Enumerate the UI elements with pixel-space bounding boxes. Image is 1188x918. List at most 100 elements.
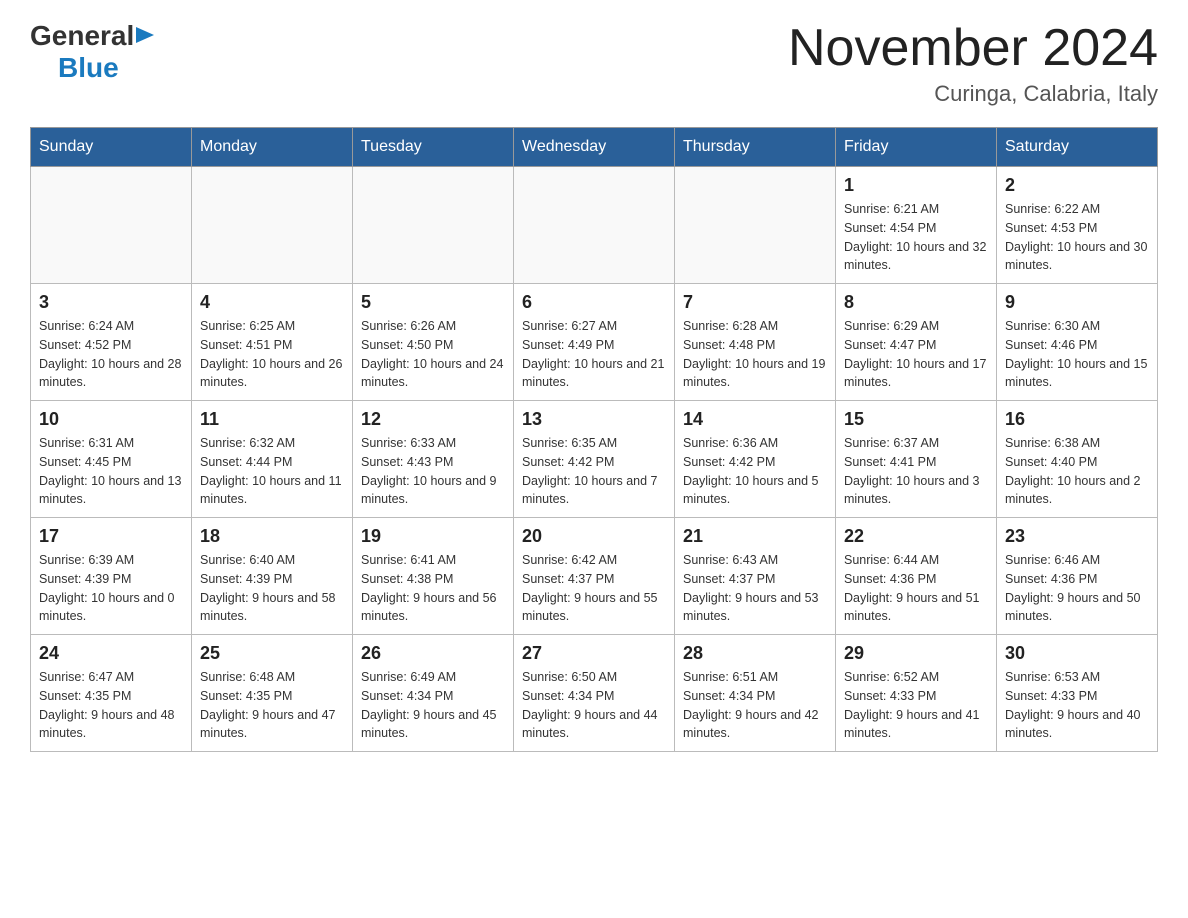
logo-general-text: General <box>30 20 134 52</box>
logo: General Blue <box>30 20 154 84</box>
calendar-cell <box>675 167 836 284</box>
calendar-cell: 12 Sunrise: 6:33 AMSunset: 4:43 PMDayligh… <box>353 401 514 518</box>
day-number: 12 <box>361 409 505 430</box>
day-info: Sunrise: 6:32 AMSunset: 4:44 PMDaylight:… <box>200 434 344 509</box>
calendar-cell: 17Sunrise: 6:39 AMSunset: 4:39 PMDayligh… <box>31 518 192 635</box>
calendar-cell: 11 Sunrise: 6:32 AMSunset: 4:44 PMDayligh… <box>192 401 353 518</box>
day-info: Sunrise: 6:36 AMSunset: 4:42 PMDaylight:… <box>683 434 827 509</box>
day-number: 9 <box>1005 292 1149 313</box>
day-number: 27 <box>522 643 666 664</box>
day-number: 10 <box>39 409 183 430</box>
day-info: Sunrise: 6:53 AMSunset: 4:33 PMDaylight:… <box>1005 668 1149 743</box>
calendar-cell <box>31 167 192 284</box>
day-number: 5 <box>361 292 505 313</box>
day-info: Sunrise: 6:21 AMSunset: 4:54 PMDaylight:… <box>844 200 988 275</box>
day-info: Sunrise: 6:49 AMSunset: 4:34 PMDaylight:… <box>361 668 505 743</box>
day-number: 1 <box>844 175 988 196</box>
calendar-cell: 21 Sunrise: 6:43 AMSunset: 4:37 PMDayligh… <box>675 518 836 635</box>
calendar-cell: 1 Sunrise: 6:21 AMSunset: 4:54 PMDaylight… <box>836 167 997 284</box>
day-number: 26 <box>361 643 505 664</box>
calendar-cell: 5Sunrise: 6:26 AMSunset: 4:50 PMDaylight… <box>353 284 514 401</box>
day-info: Sunrise: 6:31 AMSunset: 4:45 PMDaylight:… <box>39 434 183 509</box>
day-number: 7 <box>683 292 827 313</box>
calendar-cell <box>192 167 353 284</box>
calendar-cell: 22 Sunrise: 6:44 AMSunset: 4:36 PMDayligh… <box>836 518 997 635</box>
day-number: 15 <box>844 409 988 430</box>
calendar-cell: 25 Sunrise: 6:48 AMSunset: 4:35 PMDayligh… <box>192 635 353 752</box>
calendar-cell: 23 Sunrise: 6:46 AMSunset: 4:36 PMDayligh… <box>997 518 1158 635</box>
weekday-header-friday: Friday <box>836 128 997 167</box>
day-number: 14 <box>683 409 827 430</box>
day-number: 4 <box>200 292 344 313</box>
day-info: Sunrise: 6:46 AMSunset: 4:36 PMDaylight:… <box>1005 551 1149 626</box>
day-number: 22 <box>844 526 988 547</box>
calendar-table: SundayMondayTuesdayWednesdayThursdayFrid… <box>30 127 1158 752</box>
weekday-header-thursday: Thursday <box>675 128 836 167</box>
calendar-cell: 9Sunrise: 6:30 AMSunset: 4:46 PMDaylight… <box>997 284 1158 401</box>
day-info: Sunrise: 6:43 AMSunset: 4:37 PMDaylight:… <box>683 551 827 626</box>
weekday-header-saturday: Saturday <box>997 128 1158 167</box>
day-info: Sunrise: 6:51 AMSunset: 4:34 PMDaylight:… <box>683 668 827 743</box>
day-info: Sunrise: 6:24 AMSunset: 4:52 PMDaylight:… <box>39 317 183 392</box>
logo-arrow-icon <box>136 25 154 50</box>
day-number: 25 <box>200 643 344 664</box>
weekday-header-wednesday: Wednesday <box>514 128 675 167</box>
calendar-week-4: 17Sunrise: 6:39 AMSunset: 4:39 PMDayligh… <box>31 518 1158 635</box>
day-number: 21 <box>683 526 827 547</box>
location-title: Curinga, Calabria, Italy <box>788 81 1158 107</box>
weekday-header-tuesday: Tuesday <box>353 128 514 167</box>
day-info: Sunrise: 6:42 AMSunset: 4:37 PMDaylight:… <box>522 551 666 626</box>
calendar-cell: 7 Sunrise: 6:28 AMSunset: 4:48 PMDaylight… <box>675 284 836 401</box>
calendar-cell: 20 Sunrise: 6:42 AMSunset: 4:37 PMDayligh… <box>514 518 675 635</box>
calendar-cell: 13 Sunrise: 6:35 AMSunset: 4:42 PMDayligh… <box>514 401 675 518</box>
day-info: Sunrise: 6:44 AMSunset: 4:36 PMDaylight:… <box>844 551 988 626</box>
weekday-header-row: SundayMondayTuesdayWednesdayThursdayFrid… <box>31 128 1158 167</box>
calendar-cell: 19 Sunrise: 6:41 AMSunset: 4:38 PMDayligh… <box>353 518 514 635</box>
day-info: Sunrise: 6:35 AMSunset: 4:42 PMDaylight:… <box>522 434 666 509</box>
day-info: Sunrise: 6:29 AMSunset: 4:47 PMDaylight:… <box>844 317 988 392</box>
day-info: Sunrise: 6:47 AMSunset: 4:35 PMDaylight:… <box>39 668 183 743</box>
day-number: 23 <box>1005 526 1149 547</box>
calendar-cell: 28 Sunrise: 6:51 AMSunset: 4:34 PMDayligh… <box>675 635 836 752</box>
day-number: 3 <box>39 292 183 313</box>
calendar-cell: 16Sunrise: 6:38 AMSunset: 4:40 PMDayligh… <box>997 401 1158 518</box>
day-number: 29 <box>844 643 988 664</box>
calendar-cell: 8 Sunrise: 6:29 AMSunset: 4:47 PMDaylight… <box>836 284 997 401</box>
day-info: Sunrise: 6:48 AMSunset: 4:35 PMDaylight:… <box>200 668 344 743</box>
day-number: 6 <box>522 292 666 313</box>
day-number: 16 <box>1005 409 1149 430</box>
day-info: Sunrise: 6:33 AMSunset: 4:43 PMDaylight:… <box>361 434 505 509</box>
calendar-cell: 10 Sunrise: 6:31 AMSunset: 4:45 PMDayligh… <box>31 401 192 518</box>
day-info: Sunrise: 6:25 AMSunset: 4:51 PMDaylight:… <box>200 317 344 392</box>
day-info: Sunrise: 6:28 AMSunset: 4:48 PMDaylight:… <box>683 317 827 392</box>
calendar-week-3: 10 Sunrise: 6:31 AMSunset: 4:45 PMDayligh… <box>31 401 1158 518</box>
day-number: 30 <box>1005 643 1149 664</box>
month-title: November 2024 <box>788 20 1158 77</box>
day-number: 11 <box>200 409 344 430</box>
day-info: Sunrise: 6:37 AMSunset: 4:41 PMDaylight:… <box>844 434 988 509</box>
calendar-cell: 27 Sunrise: 6:50 AMSunset: 4:34 PMDayligh… <box>514 635 675 752</box>
day-number: 18 <box>200 526 344 547</box>
weekday-header-sunday: Sunday <box>31 128 192 167</box>
day-number: 20 <box>522 526 666 547</box>
day-info: Sunrise: 6:39 AMSunset: 4:39 PMDaylight:… <box>39 551 183 626</box>
day-info: Sunrise: 6:40 AMSunset: 4:39 PMDaylight:… <box>200 551 344 626</box>
calendar-cell: 3 Sunrise: 6:24 AMSunset: 4:52 PMDaylight… <box>31 284 192 401</box>
logo-blue-text: Blue <box>58 52 119 83</box>
calendar-cell: 24 Sunrise: 6:47 AMSunset: 4:35 PMDayligh… <box>31 635 192 752</box>
day-number: 28 <box>683 643 827 664</box>
day-number: 19 <box>361 526 505 547</box>
calendar-cell: 30 Sunrise: 6:53 AMSunset: 4:33 PMDayligh… <box>997 635 1158 752</box>
weekday-header-monday: Monday <box>192 128 353 167</box>
day-info: Sunrise: 6:27 AMSunset: 4:49 PMDaylight:… <box>522 317 666 392</box>
day-number: 8 <box>844 292 988 313</box>
calendar-cell: 26 Sunrise: 6:49 AMSunset: 4:34 PMDayligh… <box>353 635 514 752</box>
calendar-week-5: 24 Sunrise: 6:47 AMSunset: 4:35 PMDayligh… <box>31 635 1158 752</box>
day-info: Sunrise: 6:50 AMSunset: 4:34 PMDaylight:… <box>522 668 666 743</box>
day-number: 13 <box>522 409 666 430</box>
day-info: Sunrise: 6:52 AMSunset: 4:33 PMDaylight:… <box>844 668 988 743</box>
day-number: 24 <box>39 643 183 664</box>
calendar-week-1: 1 Sunrise: 6:21 AMSunset: 4:54 PMDaylight… <box>31 167 1158 284</box>
calendar-cell <box>353 167 514 284</box>
day-info: Sunrise: 6:41 AMSunset: 4:38 PMDaylight:… <box>361 551 505 626</box>
